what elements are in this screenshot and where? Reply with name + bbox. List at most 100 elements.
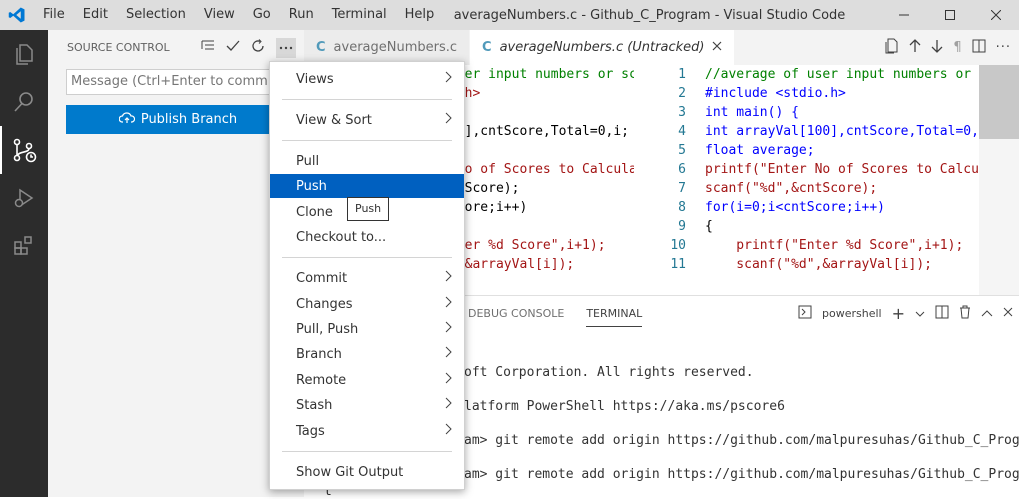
cloud-upload-icon (118, 111, 135, 128)
more-actions-icon[interactable] (276, 37, 296, 58)
menu-help[interactable]: Help (396, 0, 444, 30)
menu-separator (282, 99, 452, 100)
menu-item-changes[interactable]: Changes (270, 292, 464, 316)
activity-bar (0, 30, 48, 497)
chevron-right-icon (445, 423, 452, 439)
refresh-icon[interactable] (251, 39, 265, 56)
split-terminal-icon[interactable] (935, 305, 949, 322)
menu-item-pull[interactable]: Pull (270, 149, 464, 173)
source-control-icon[interactable] (0, 126, 48, 174)
tab-debug-console[interactable]: DEBUG CONSOLE (468, 307, 564, 320)
menu-item-label: Remote (296, 372, 347, 388)
chevron-right-icon (445, 372, 452, 388)
tab-averagenumbers[interactable]: C averageNumbers.c (304, 30, 471, 65)
code-line: printf("Enter %d Score",i+1); (705, 238, 964, 253)
menu-item-label: Tags (296, 423, 325, 439)
code-line: int main() { (705, 105, 799, 120)
close-tab-icon[interactable] (712, 40, 722, 55)
menu-item-label: Show Git Output (296, 464, 404, 480)
menu-item-views[interactable]: Views (270, 67, 464, 91)
menu-item-label: Changes (296, 296, 353, 312)
publish-branch-button[interactable]: Publish Branch (66, 105, 290, 134)
explorer-icon[interactable] (0, 30, 48, 78)
line-number: 3 (678, 105, 686, 120)
chevron-right-icon (445, 296, 452, 312)
commit-checkmark-icon[interactable] (226, 40, 240, 55)
menu-terminal[interactable]: Terminal (323, 0, 396, 30)
line-number: 1 (678, 67, 686, 82)
tab-averagenumbers-untracked[interactable]: C averageNumbers.c (Untracked) (470, 30, 736, 65)
chevron-down-icon[interactable] (915, 307, 925, 320)
line-number: 8 (678, 200, 686, 215)
menu-item-label: View & Sort (296, 112, 372, 128)
line-number: 5 (678, 143, 686, 158)
window-title: averageNumbers.c - Github_C_Program - Vi… (453, 7, 846, 23)
menu-view[interactable]: View (195, 0, 244, 30)
menu-separator (282, 257, 452, 258)
open-changes-icon[interactable] (885, 38, 899, 58)
maximize-button[interactable] (927, 0, 973, 30)
menu-item-remote[interactable]: Remote (270, 368, 464, 392)
menu-run[interactable]: Run (280, 0, 323, 30)
maximize-panel-icon[interactable] (981, 307, 993, 320)
menu-item-branch[interactable]: Branch (270, 342, 464, 366)
code-line: { (705, 219, 713, 234)
menu-item-label: Pull (296, 153, 320, 169)
tab-terminal[interactable]: TERMINAL (586, 307, 643, 327)
next-change-icon[interactable] (931, 39, 943, 57)
editor-scroll-thumb[interactable] (979, 65, 1019, 139)
code-line: #include <stdio.h> (705, 86, 846, 101)
menu-item-label: Branch (296, 346, 342, 362)
terminal-shell-select[interactable]: powershell (822, 307, 882, 320)
previous-change-icon[interactable] (909, 38, 921, 57)
search-icon[interactable] (0, 78, 48, 126)
minimize-button[interactable] (881, 0, 927, 30)
code-line: int arrayVal[100],cntScore,Total=0,i; (705, 124, 993, 139)
close-window-button[interactable] (973, 0, 1019, 30)
menu-item-label: Pull, Push (296, 321, 359, 337)
kill-terminal-icon[interactable] (959, 305, 971, 322)
split-editor-icon[interactable] (972, 39, 986, 57)
extensions-icon[interactable] (0, 222, 48, 270)
line-number: 11 (670, 257, 686, 272)
code-line: No of Scores to Calculat (449, 162, 634, 177)
title-bar: File Edit Selection View Go Run Terminal… (0, 0, 1019, 30)
menu-file[interactable]: File (34, 0, 74, 30)
menu-item-label: Checkout to... (296, 229, 387, 245)
menu-edit[interactable]: Edit (74, 0, 117, 30)
menu-item-view-sort[interactable]: View & Sort (270, 108, 464, 132)
chevron-right-icon (445, 321, 452, 337)
menu-item-label: Push (296, 178, 327, 194)
publish-branch-label: Publish Branch (140, 112, 238, 127)
diff-modified-pane: 1 2 3 4 5 6 7 8 9 10 11 //average of use… (648, 65, 1019, 295)
run-debug-icon[interactable] (0, 174, 48, 222)
menu-item-tags[interactable]: Tags (270, 419, 464, 443)
view-as-tree-icon[interactable] (201, 40, 215, 55)
menu-selection[interactable]: Selection (117, 0, 195, 30)
terminal-line: am> git remote add origin https://github… (464, 433, 1019, 448)
more-editor-actions-icon[interactable]: ··· (996, 40, 1011, 55)
code-line: scanf("%d",&cntScore); (705, 181, 878, 196)
c-file-icon: C (316, 40, 326, 55)
line-number: 6 (678, 162, 686, 177)
menu-item-stash[interactable]: Stash (270, 393, 464, 417)
push-tooltip: Push (347, 197, 390, 221)
menu-item-show-git-output[interactable]: Show Git Output (270, 460, 464, 484)
terminal-line: oft Corporation. All rights reserved. (464, 365, 754, 380)
menu-item-commit[interactable]: Commit (270, 266, 464, 290)
commit-message-input[interactable]: Message (Ctrl+Enter to commit on (66, 69, 290, 95)
menu-item-label: Clone (296, 204, 333, 220)
menu-item-push[interactable]: Push (270, 174, 464, 198)
menu-item-label: Commit (296, 270, 348, 286)
menu-separator (282, 140, 452, 141)
chevron-right-icon (445, 112, 452, 128)
line-number: 4 (678, 124, 686, 139)
source-control-sidebar: SOURCE CONTROL Message (Ctrl+Enter to co… (48, 30, 304, 497)
new-terminal-icon[interactable]: + (892, 304, 905, 323)
terminal-shell-icon (798, 305, 812, 322)
menu-go[interactable]: Go (244, 0, 280, 30)
close-panel-icon[interactable] (1003, 307, 1013, 320)
menu-item-checkout[interactable]: Checkout to... (270, 225, 464, 249)
menu-item-pull-push[interactable]: Pull, Push (270, 317, 464, 341)
show-whitespace-icon[interactable]: ¶ (953, 40, 961, 55)
